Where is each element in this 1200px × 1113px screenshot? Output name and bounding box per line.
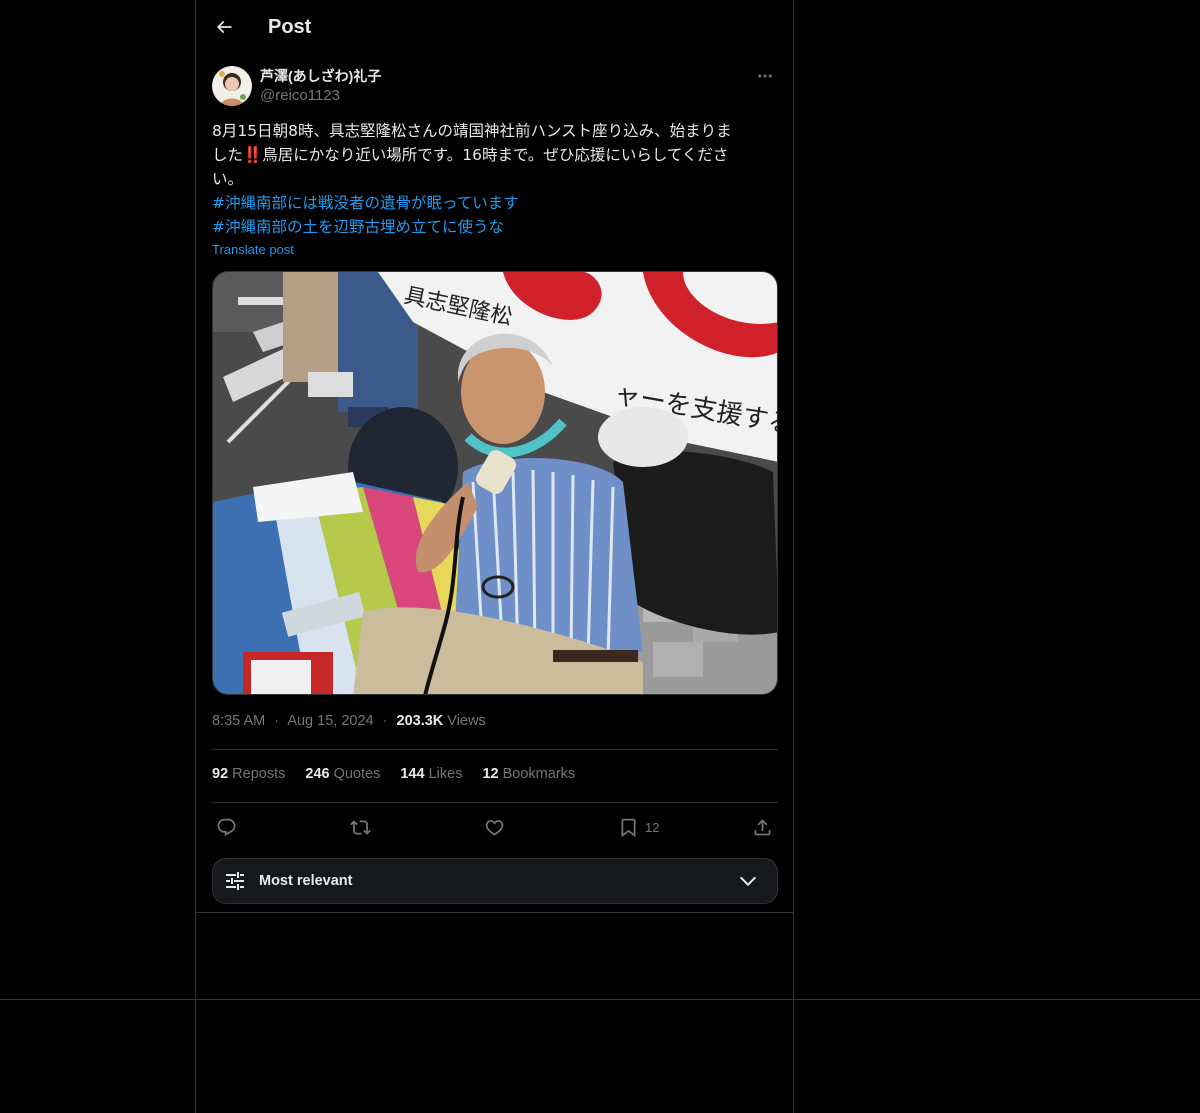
post-time[interactable]: 8:35 AM	[212, 713, 265, 729]
bookmark-button[interactable]: 12	[618, 812, 659, 842]
reposts-count: 92	[212, 766, 229, 782]
like-button[interactable]	[484, 812, 505, 842]
views-label: Views	[447, 713, 486, 729]
bottom-divider	[0, 999, 1200, 1000]
post-text-line: い。	[212, 170, 244, 188]
views-count: 203.3K	[396, 713, 444, 729]
likes-stat[interactable]: 144 Likes	[400, 766, 462, 782]
post-date[interactable]: Aug 15, 2024	[287, 713, 373, 729]
divider	[212, 749, 778, 750]
quotes-stat[interactable]: 246 Quotes	[305, 766, 380, 782]
post-stats: 92 Reposts 246 Quotes 144 Likes 12 Bookm…	[212, 766, 575, 782]
share-button[interactable]	[752, 812, 773, 842]
reply-button[interactable]	[216, 812, 237, 842]
author-names: 芦澤(あしざわ)礼子 @reico1123	[260, 66, 381, 106]
hashtag-link[interactable]: #沖縄南部には戦没者の遺骨が眠っています	[212, 191, 782, 215]
bookmark-count: 12	[645, 819, 660, 835]
bookmark-icon	[621, 818, 636, 837]
divider	[196, 912, 793, 913]
bookmarks-stat[interactable]: 12 Bookmarks	[482, 766, 575, 782]
likes-count: 144	[400, 766, 425, 782]
heart-icon	[485, 819, 504, 836]
chevron-down-icon	[739, 876, 757, 887]
sort-label: Most relevant	[259, 873, 353, 889]
meta-separator: ·	[274, 713, 280, 729]
hashtag-link[interactable]: #沖縄南部の土を辺野古埋め立てに使うな	[212, 215, 782, 239]
quotes-count: 246	[305, 766, 330, 782]
divider	[212, 802, 778, 803]
quotes-label: Quotes	[333, 766, 381, 782]
bookmarks-count: 12	[482, 766, 499, 782]
more-options-button[interactable]	[753, 64, 777, 88]
post-photo-illustration: 具志堅隆松 ャーを支援する	[213, 272, 777, 694]
share-icon	[754, 818, 771, 835]
post-meta: 8:35 AM · Aug 15, 2024 · 203.3K Views	[212, 713, 486, 729]
page-header: Post	[212, 0, 311, 54]
repost-button[interactable]	[350, 812, 371, 842]
reposts-label: Reposts	[232, 766, 286, 782]
post-text-line: 8月15日朝8時、具志堅隆松さんの靖国神社前ハンスト座り込み、始まりま	[212, 122, 732, 140]
translate-post-link[interactable]: Translate post	[212, 242, 294, 257]
post-author: 芦澤(あしざわ)礼子 @reico1123	[212, 64, 777, 108]
arrow-left-icon	[216, 20, 232, 34]
primary-column: Post 芦澤(あしざわ)礼子 @reico1123 8月15日朝8時、具志堅隆…	[195, 0, 794, 1113]
post-text-line: した‼️鳥居にかなり近い場所です。16時まで。ぜひ応援にいらしてくださ	[212, 146, 729, 164]
filter-sliders-icon	[226, 872, 244, 890]
author-display-name[interactable]: 芦澤(あしざわ)礼子	[260, 66, 381, 86]
back-button[interactable]	[212, 15, 236, 39]
reply-icon	[217, 818, 236, 836]
likes-label: Likes	[428, 766, 463, 782]
author-handle[interactable]: @reico1123	[260, 86, 381, 106]
post-photo[interactable]: 具志堅隆松 ャーを支援する	[212, 271, 778, 695]
avatar[interactable]	[212, 66, 252, 106]
reposts-stat[interactable]: 92 Reposts	[212, 766, 285, 782]
reply-sort-dropdown[interactable]: Most relevant	[212, 858, 778, 904]
post-actions: 12	[212, 812, 778, 842]
page-title: Post	[268, 15, 312, 38]
meta-separator: ·	[382, 713, 388, 729]
post-text: 8月15日朝8時、具志堅隆松さんの靖国神社前ハンスト座り込み、始まりま した‼️…	[212, 119, 782, 239]
more-horizontal-icon	[758, 74, 772, 78]
bookmarks-label: Bookmarks	[502, 766, 576, 782]
repost-icon	[350, 819, 371, 835]
